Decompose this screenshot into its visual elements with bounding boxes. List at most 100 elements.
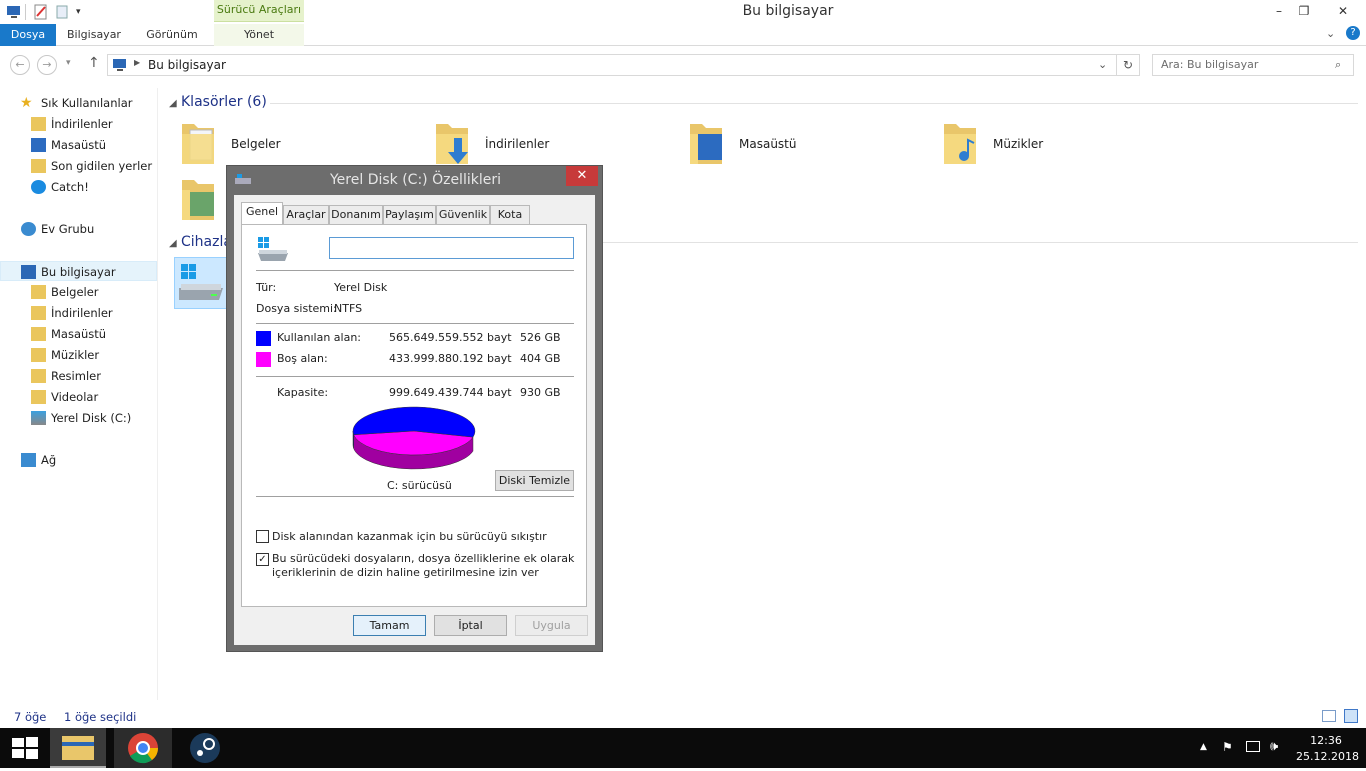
folders-group-header[interactable]: Klasörler (6) — [181, 94, 267, 110]
cancel-button[interactable]: İptal — [434, 615, 507, 636]
nav-item-catch[interactable]: Catch! — [0, 177, 157, 197]
status-bar: 7 öğe 1 öğe seçildi — [0, 706, 1366, 728]
folder-masaustu[interactable]: Masaüstü — [739, 137, 796, 151]
close-button[interactable]: ✕ — [1320, 0, 1366, 22]
used-label: Kullanılan alan: — [277, 331, 361, 344]
divider — [256, 496, 574, 497]
breadcrumb[interactable]: Bu bilgisayar — [148, 58, 226, 72]
flag-icon[interactable]: ⚑ — [1222, 740, 1233, 754]
help-icon[interactable]: ? — [1346, 26, 1360, 40]
divider — [600, 242, 1358, 243]
filesystem-value: NTFS — [334, 302, 363, 315]
tab-araclar[interactable]: Araçlar — [283, 205, 329, 224]
start-button[interactable] — [12, 737, 38, 762]
drive-tile-selected[interactable] — [174, 257, 228, 309]
nav-item-masaustu-pc[interactable]: Masaüstü — [0, 324, 157, 344]
dialog-close-button[interactable]: ✕ — [566, 166, 598, 186]
nav-favorites[interactable]: ★ Sık Kullanılanlar — [0, 93, 157, 113]
nav-item-indirilenler-pc[interactable]: İndirilenler — [0, 303, 157, 323]
taskbar: ▲ ⚑ 🕪 12:36 25.12.2018 — [0, 728, 1366, 768]
details-view-icon[interactable] — [1322, 710, 1336, 722]
capacity-bytes: 999.649.439.744 bayt — [389, 386, 512, 399]
apply-button[interactable]: Uygula — [515, 615, 588, 636]
ribbon-expand-icon[interactable]: ⌄ — [1326, 27, 1335, 40]
folder-icon[interactable] — [180, 120, 216, 164]
address-dropdown-icon[interactable]: ⌄ — [1098, 58, 1107, 71]
up-button[interactable]: ↑ — [88, 55, 100, 71]
computer-icon — [112, 58, 128, 75]
refresh-button[interactable]: ↻ — [1117, 54, 1140, 76]
nav-item-recent[interactable]: Son gidilen yerler — [0, 156, 157, 176]
file-explorer-taskbar-icon[interactable] — [50, 728, 106, 768]
music-folder-icon[interactable] — [942, 120, 978, 164]
address-row: ← → ▾ ↑ ▶ Bu bilgisayar ⌄ ↻ Ara: Bu bilg… — [0, 52, 1366, 78]
nav-network[interactable]: Ağ — [0, 450, 157, 470]
clock[interactable]: 12:36 25.12.2018 — [1296, 734, 1359, 763]
network-tray-icon[interactable] — [1246, 741, 1260, 752]
recent-locations-icon[interactable]: ▾ — [66, 58, 71, 68]
folder-muzikler[interactable]: Müzikler — [993, 137, 1043, 151]
divider — [256, 323, 574, 324]
nav-item-masaustu[interactable]: Masaüstü — [0, 135, 157, 155]
maximize-button[interactable]: ❐ — [1289, 0, 1319, 22]
collapse-arrow-icon[interactable]: ◢ — [169, 98, 177, 109]
ok-button[interactable]: Tamam — [353, 615, 426, 636]
steam-taskbar-icon[interactable] — [176, 728, 234, 768]
tab-genel[interactable]: Genel — [241, 202, 283, 224]
devices-group-header[interactable]: Cihazla — [181, 234, 232, 250]
dialog-title: Yerel Disk (C:) Özellikleri — [329, 172, 501, 188]
tab-donanim[interactable]: Donanım — [329, 205, 383, 224]
capacity-gb: 930 GB — [520, 386, 561, 399]
tab-yonet[interactable]: Yönet — [214, 24, 304, 46]
pictures-folder-icon — [31, 369, 46, 383]
tab-guvenlik[interactable]: Güvenlik — [436, 205, 490, 224]
desktop-folder-icon[interactable] — [688, 120, 724, 164]
index-checkbox[interactable]: ✓ — [256, 553, 269, 566]
collapse-arrow-icon[interactable]: ◢ — [169, 238, 177, 249]
folder-indirilenler[interactable]: İndirilenler — [485, 137, 549, 151]
downloads-folder-icon — [31, 306, 46, 320]
nav-item-videolar[interactable]: Videolar — [0, 387, 157, 407]
downloads-folder-icon[interactable] — [434, 120, 470, 164]
drive-name-input[interactable] — [329, 237, 574, 259]
forward-button[interactable]: → — [37, 55, 57, 75]
back-button[interactable]: ← — [10, 55, 30, 75]
pictures-folder-icon[interactable] — [180, 176, 216, 220]
search-input[interactable]: Ara: Bu bilgisayar ⌕ — [1152, 54, 1354, 76]
free-label: Boş alan: — [277, 352, 328, 365]
dialog-body: Genel Araçlar Donanım Paylaşım Güvenlik … — [234, 195, 595, 645]
homegroup-icon — [21, 222, 36, 236]
drive-icon — [256, 235, 290, 268]
nav-item-belgeler[interactable]: Belgeler — [0, 282, 157, 302]
tab-gorunum[interactable]: Görünüm — [138, 24, 206, 46]
nav-item-resimler[interactable]: Resimler — [0, 366, 157, 386]
capacity-label: Kapasite: — [277, 386, 329, 399]
window-title: Bu bilgisayar — [742, 3, 834, 19]
nav-item-local-disk[interactable]: Yerel Disk (C:) — [0, 408, 157, 428]
compress-label: Disk alanından kazanmak için bu sürücüyü… — [272, 530, 547, 543]
free-gb: 404 GB — [520, 352, 561, 365]
type-label: Tür: — [256, 281, 277, 294]
ribbon-tabs: Dosya Bilgisayar Görünüm Yönet ⌄ ? — [0, 24, 1366, 46]
disk-cleanup-button[interactable]: Diski Temizle — [495, 470, 574, 491]
large-icons-view-icon[interactable] — [1344, 709, 1358, 723]
tab-bilgisayar[interactable]: Bilgisayar — [60, 24, 128, 46]
tab-dosya[interactable]: Dosya — [0, 24, 56, 46]
nav-this-pc[interactable]: Bu bilgisayar — [0, 261, 157, 281]
nav-homegroup[interactable]: Ev Grubu — [0, 219, 157, 239]
type-value: Yerel Disk — [334, 281, 388, 294]
clock-date: 25.12.2018 — [1296, 750, 1359, 763]
nav-item-indirilenler[interactable]: İndirilenler — [0, 114, 157, 134]
compress-checkbox[interactable] — [256, 530, 269, 543]
tab-kota[interactable]: Kota — [490, 205, 530, 224]
tab-paylasim[interactable]: Paylaşım — [383, 205, 436, 224]
folder-belgeler[interactable]: Belgeler — [231, 137, 281, 151]
address-bar[interactable]: ▶ Bu bilgisayar ⌄ — [107, 54, 1117, 76]
nav-item-muzikler[interactable]: Müzikler — [0, 345, 157, 365]
star-icon: ★ — [20, 95, 33, 111]
tray-expand-icon[interactable]: ▲ — [1200, 742, 1207, 752]
breadcrumb-arrow-icon[interactable]: ▶ — [134, 58, 140, 67]
chrome-taskbar-icon[interactable] — [114, 728, 172, 768]
volume-icon[interactable]: 🕪 — [1270, 739, 1278, 754]
documents-folder-icon — [31, 285, 46, 299]
